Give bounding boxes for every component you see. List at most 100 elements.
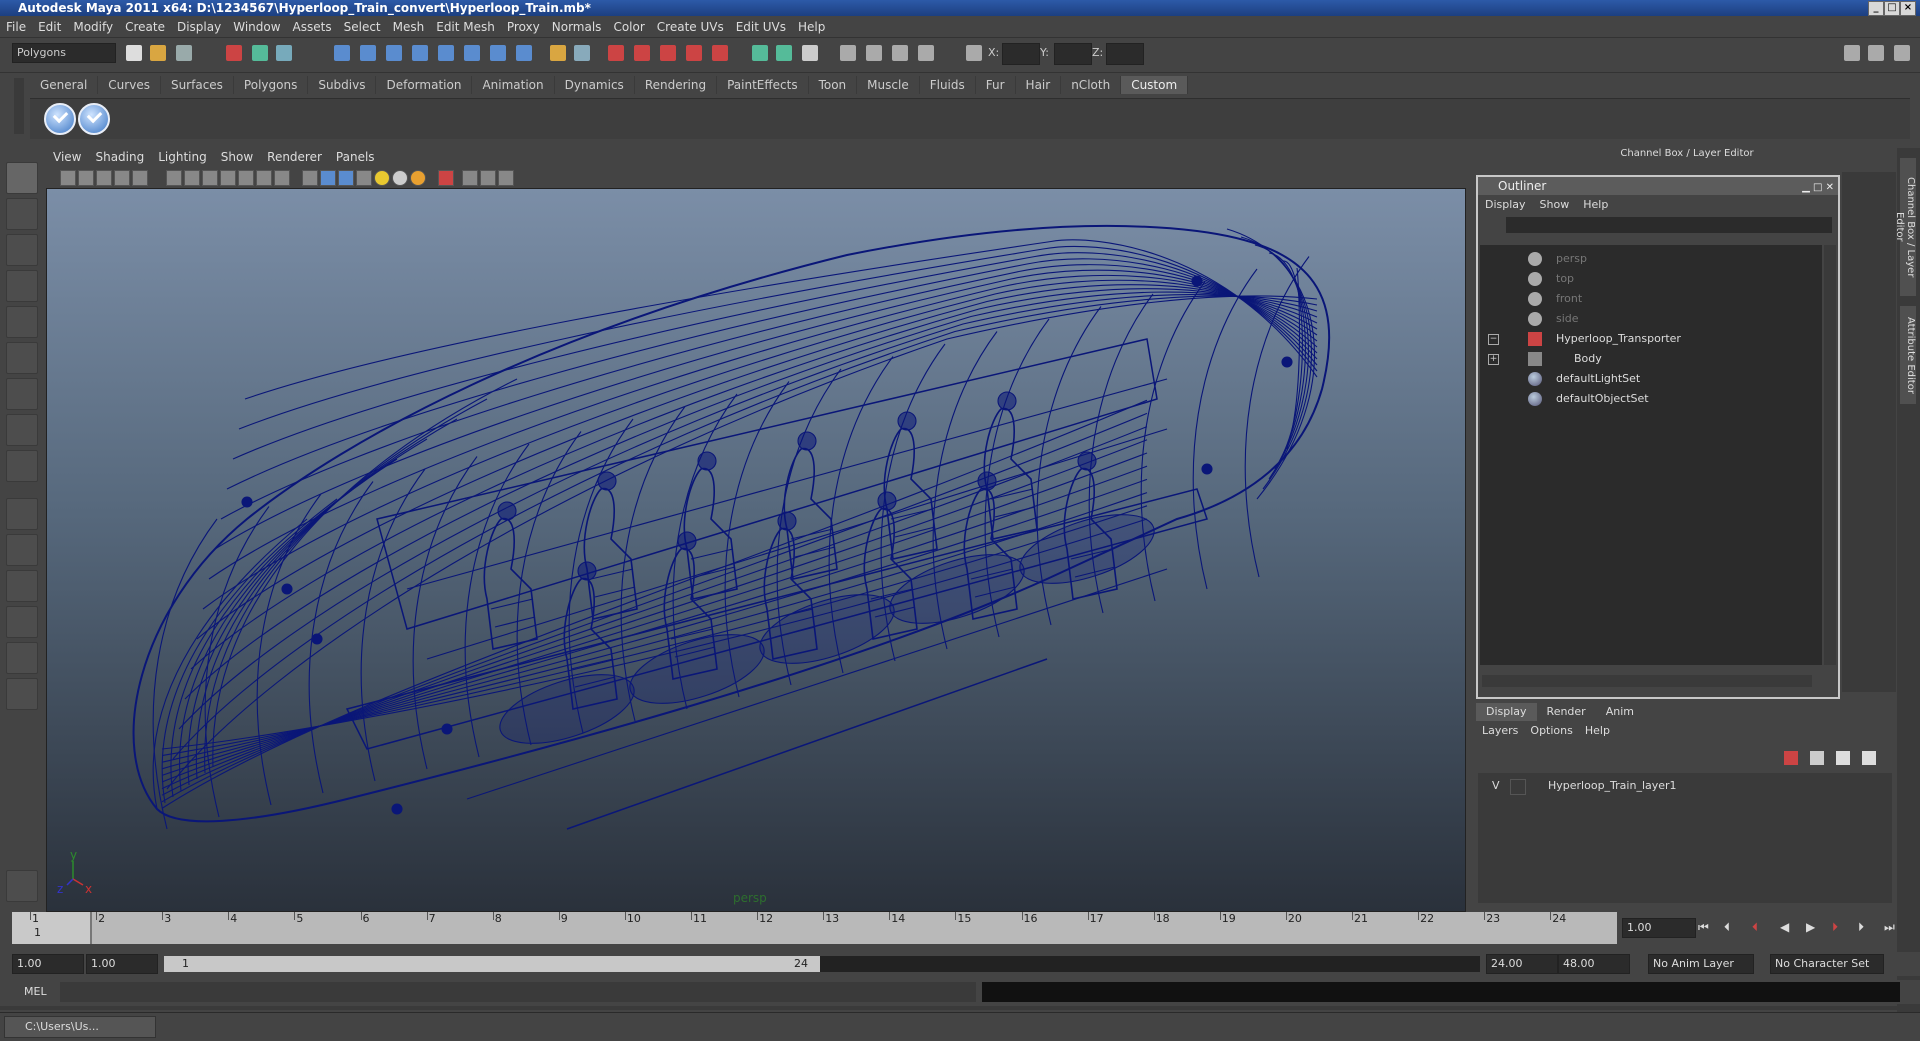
playback-start-field[interactable]: 1.00 [86,954,158,974]
shelf-tab-polygons[interactable]: Polygons [234,76,309,94]
outliner-item[interactable]: defaultLightSet [1480,369,1810,389]
shelf-tab-general[interactable]: General [30,76,99,94]
gate-mask-icon[interactable] [220,170,236,186]
film-gate-icon[interactable] [184,170,200,186]
snap-curve-icon[interactable] [360,45,376,61]
range-slider-handle[interactable]: 1 24 [164,956,820,972]
step-back-key-icon[interactable]: ⏴ [1752,920,1758,935]
layer-menu-layers[interactable]: Layers [1476,721,1524,741]
z-field[interactable] [1106,43,1144,65]
play-forward-icon[interactable]: ▶ [1806,920,1815,934]
wireframe-on-shaded-icon[interactable] [338,170,354,186]
shelf-tab-deformation[interactable]: Deformation [376,76,473,94]
shelf-tab-custom[interactable]: Custom [1121,76,1189,94]
collapse-icon[interactable]: − [1488,334,1499,345]
menu-assets[interactable]: Assets [287,17,338,37]
render-frame-icon[interactable] [608,45,624,61]
menu-edit[interactable]: Edit [32,17,67,37]
menu-help[interactable]: Help [792,17,831,37]
outliner-filter-field[interactable] [1506,217,1832,233]
snap-point-icon[interactable] [386,45,402,61]
rotate-tool-icon[interactable] [6,306,38,338]
move-layer-up-icon[interactable] [1784,751,1798,765]
outliner-item[interactable]: side [1480,309,1810,329]
close-button[interactable]: × [1900,1,1916,16]
menu-select[interactable]: Select [338,17,387,37]
layer-visibility-toggle[interactable]: V [1492,777,1500,795]
select-object-icon[interactable] [252,45,268,61]
shelf-tab-fur[interactable]: Fur [976,76,1016,94]
open-scene-icon[interactable] [150,45,166,61]
shelf-handle[interactable] [14,78,24,134]
outliner-item[interactable]: + Body [1480,349,1810,369]
layer-row[interactable]: V Hyperloop_Train_layer1 [1482,777,1882,795]
shelf-tab-ncloth[interactable]: nCloth [1061,76,1122,94]
shelf-tab-muscle[interactable]: Muscle [857,76,920,94]
new-layer-from-selection-icon[interactable] [1862,751,1876,765]
outliner-item[interactable]: persp [1480,249,1810,269]
layer-tab-anim[interactable]: Anim [1596,703,1644,721]
menu-file[interactable]: File [0,17,32,37]
x-ray-joints-icon[interactable] [480,170,496,186]
menu-edit-mesh[interactable]: Edit Mesh [430,17,501,37]
shadows-icon[interactable] [410,170,426,186]
menu-modify[interactable]: Modify [67,17,119,37]
scale-tool-icon[interactable] [6,342,38,374]
snap-plane-icon[interactable] [412,45,428,61]
bookmark-icon[interactable] [96,170,112,186]
move-layer-down-icon[interactable] [1810,751,1824,765]
x-ray-icon[interactable] [462,170,478,186]
go-to-start-icon[interactable]: ⏮ [1698,920,1709,935]
default-light-icon[interactable] [374,170,390,186]
outliner-menu-help[interactable]: Help [1576,195,1615,215]
shelf-tab-rendering[interactable]: Rendering [635,76,718,94]
safe-title-icon[interactable] [274,170,290,186]
select-tool-icon[interactable] [6,162,38,194]
viewport-menu-show[interactable]: Show [214,148,260,166]
layer-tab-display[interactable]: Display [1476,703,1537,721]
expand-icon[interactable]: + [1488,354,1499,365]
go-to-end-icon[interactable]: ⏭ [1884,920,1895,935]
backface-culling-icon[interactable] [498,170,514,186]
smooth-shade-icon[interactable] [320,170,336,186]
soft-mod-tool-icon[interactable] [6,414,38,446]
step-back-icon[interactable]: ⏴ [1724,920,1730,935]
viewport-menu-panels[interactable]: Panels [329,148,382,166]
shelf-tab-subdivs[interactable]: Subdivs [308,76,377,94]
lasso-tool-icon[interactable] [6,198,38,230]
help-icon[interactable] [516,45,532,61]
panel-layout-icon[interactable] [752,45,768,61]
menu-normals[interactable]: Normals [546,17,608,37]
minimize-button[interactable]: _ [1868,1,1884,16]
new-scene-icon[interactable] [126,45,142,61]
maximize-button[interactable]: □ [1884,1,1900,16]
y-field[interactable] [1054,43,1092,65]
command-input[interactable] [60,982,976,1002]
render-view-icon[interactable] [712,45,728,61]
layer-menu-options[interactable]: Options [1524,721,1578,741]
show-channel-box-icon[interactable] [1894,45,1910,61]
single-pane-layout-icon[interactable] [6,498,38,530]
show-attribute-editor-icon[interactable] [1844,45,1860,61]
history-icon[interactable] [464,45,480,61]
outliner-item[interactable]: front [1480,289,1810,309]
character-set-dropdown[interactable]: No Character Set [1770,954,1884,974]
step-forward-key-icon[interactable]: ⏵ [1832,920,1838,935]
safe-action-icon[interactable] [256,170,272,186]
lock-icon[interactable] [550,45,566,61]
time-slider[interactable]: 1 1 2 3 4 5 6 7 8 9 10 11 12 13 14 15 16 17 18 19 20 21 22 23 2… [12,912,1617,944]
construction-icon[interactable] [490,45,506,61]
custom-layout-icon[interactable] [6,678,38,710]
textured-icon[interactable] [356,170,372,186]
minimized-script-window[interactable]: C:\Users\Us... [4,1016,156,1038]
menu-edit-uvs[interactable]: Edit UVs [730,17,792,37]
shelf-tab-curves[interactable]: Curves [98,76,161,94]
render-settings-icon[interactable] [660,45,676,61]
graph-editor-icon[interactable] [866,45,882,61]
last-tool-icon[interactable] [6,450,38,482]
viewport-persp[interactable]: y x z persp [46,188,1466,912]
menu-window[interactable]: Window [227,17,286,37]
outliner-menu-show[interactable]: Show [1533,195,1577,215]
shelf-tab-hair[interactable]: Hair [1016,76,1062,94]
shelf-tab-dynamics[interactable]: Dynamics [555,76,635,94]
